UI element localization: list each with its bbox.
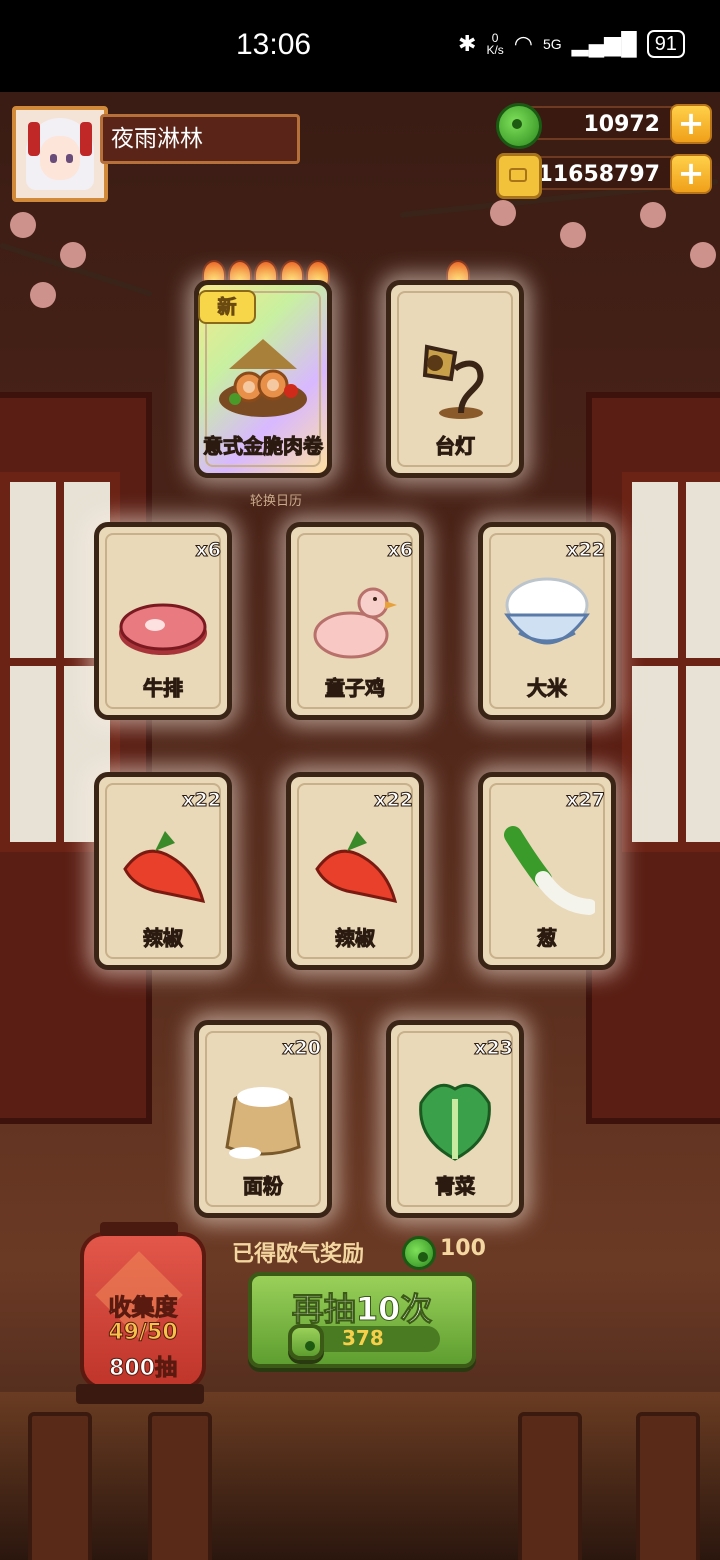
blossom-icon	[560, 222, 586, 248]
card-label: 辣椒	[335, 926, 376, 951]
desk-lamp-icon	[422, 344, 484, 419]
network-type: 5G	[542, 36, 562, 52]
card-label: 大米	[527, 676, 568, 701]
card-count: x6	[195, 539, 222, 562]
bluetooth-icon: ✱	[458, 31, 477, 56]
card-steak[interactable]: x6 牛排	[94, 522, 232, 720]
wifi-icon: ◠	[513, 31, 533, 56]
card-label: 面粉	[243, 1174, 284, 1199]
card-featured-2[interactable]: 台灯	[386, 280, 524, 478]
luck-reward-label: 已得欧气奖励	[232, 1242, 365, 1267]
calendar-caption: 轮换日历	[250, 494, 303, 509]
net-speed: 0 K/s	[486, 32, 503, 56]
card-count: x23	[474, 1037, 514, 1060]
status-bar: 13:06 ✱ 0 K/s ◠ 5G ▂▄▆█ 91	[0, 0, 720, 92]
lantern-stand	[76, 1384, 204, 1404]
status-icons: ✱ 0 K/s ◠ 5G ▂▄▆█ 91	[458, 30, 685, 58]
chili-icon	[123, 831, 206, 903]
blossom-icon	[60, 242, 86, 268]
chili-icon	[315, 831, 398, 903]
draw-cost: 378	[342, 1326, 384, 1350]
blossom-icon	[30, 282, 56, 308]
card-chili-1[interactable]: x22 辣椒	[94, 772, 232, 970]
card-flour[interactable]: x20 面粉	[194, 1020, 332, 1218]
card-label: 辣椒	[143, 926, 184, 951]
card-greens[interactable]: x23 青菜	[386, 1020, 524, 1218]
steak-icon	[119, 603, 207, 655]
battery-indicator: 91	[646, 30, 685, 58]
card-count: x22	[566, 539, 606, 562]
card-label: 童子鸡	[325, 676, 386, 701]
new-badge: 新	[198, 290, 256, 324]
jade-icon	[402, 1236, 436, 1270]
jade-icon	[496, 103, 542, 149]
add-jade-button[interactable]: +	[670, 104, 712, 144]
meat-roll-dish-icon	[219, 339, 307, 417]
card-count: x20	[282, 1037, 322, 1060]
blossom-icon	[640, 202, 666, 228]
card-chicken[interactable]: x6 童子鸡	[286, 522, 424, 720]
player-avatar[interactable]	[12, 106, 108, 202]
card-count: x27	[566, 789, 606, 812]
status-time: 13:06	[236, 28, 312, 61]
signal-icon: ▂▄▆█	[571, 31, 637, 56]
card-count: x6	[387, 539, 414, 562]
card-label: 青菜	[435, 1174, 476, 1199]
card-label: 台灯	[435, 434, 476, 459]
luck-reward-value: 100	[440, 1236, 486, 1261]
card-label: 牛排	[143, 676, 184, 701]
blossom-icon	[10, 212, 36, 238]
collection-pulls: 800抽	[109, 1356, 178, 1382]
blossom-icon	[490, 200, 516, 226]
player-name: 夜雨淋林	[100, 114, 300, 164]
net-speed-unit: K/s	[486, 43, 504, 57]
collection-lantern[interactable]: 收集度 49/50 800抽	[80, 1222, 206, 1390]
fence-post	[518, 1412, 582, 1560]
floor	[0, 1392, 720, 1560]
flour-sack-icon	[225, 1087, 301, 1159]
card-count: x22	[182, 789, 222, 812]
add-coins-button[interactable]: +	[670, 154, 712, 194]
draw-again-button[interactable]: 再抽10次 378	[248, 1272, 476, 1368]
scallion-icon	[504, 826, 595, 915]
coin-icon	[496, 153, 542, 199]
chicken-icon	[313, 587, 397, 659]
lattice-window-right	[622, 472, 720, 852]
fence-post	[28, 1412, 92, 1560]
card-scallion[interactable]: x27 葱	[478, 772, 616, 970]
jade-icon	[288, 1324, 324, 1360]
card-chili-2[interactable]: x22 辣椒	[286, 772, 424, 970]
bok-choy-icon	[419, 1083, 491, 1161]
card-count: x22	[374, 789, 414, 812]
collection-progress: 49/50	[108, 1320, 178, 1346]
collection-title: 收集度	[108, 1295, 178, 1322]
fence-post	[148, 1412, 212, 1560]
blossom-icon	[690, 242, 716, 268]
fence-post	[636, 1412, 700, 1560]
card-label: 葱	[537, 926, 558, 951]
draw-button-label: 再抽10次	[291, 1290, 433, 1329]
card-label: 意式金脆肉卷	[203, 434, 324, 459]
rice-bowl-icon	[504, 577, 590, 645]
card-rice[interactable]: x22 大米	[478, 522, 616, 720]
